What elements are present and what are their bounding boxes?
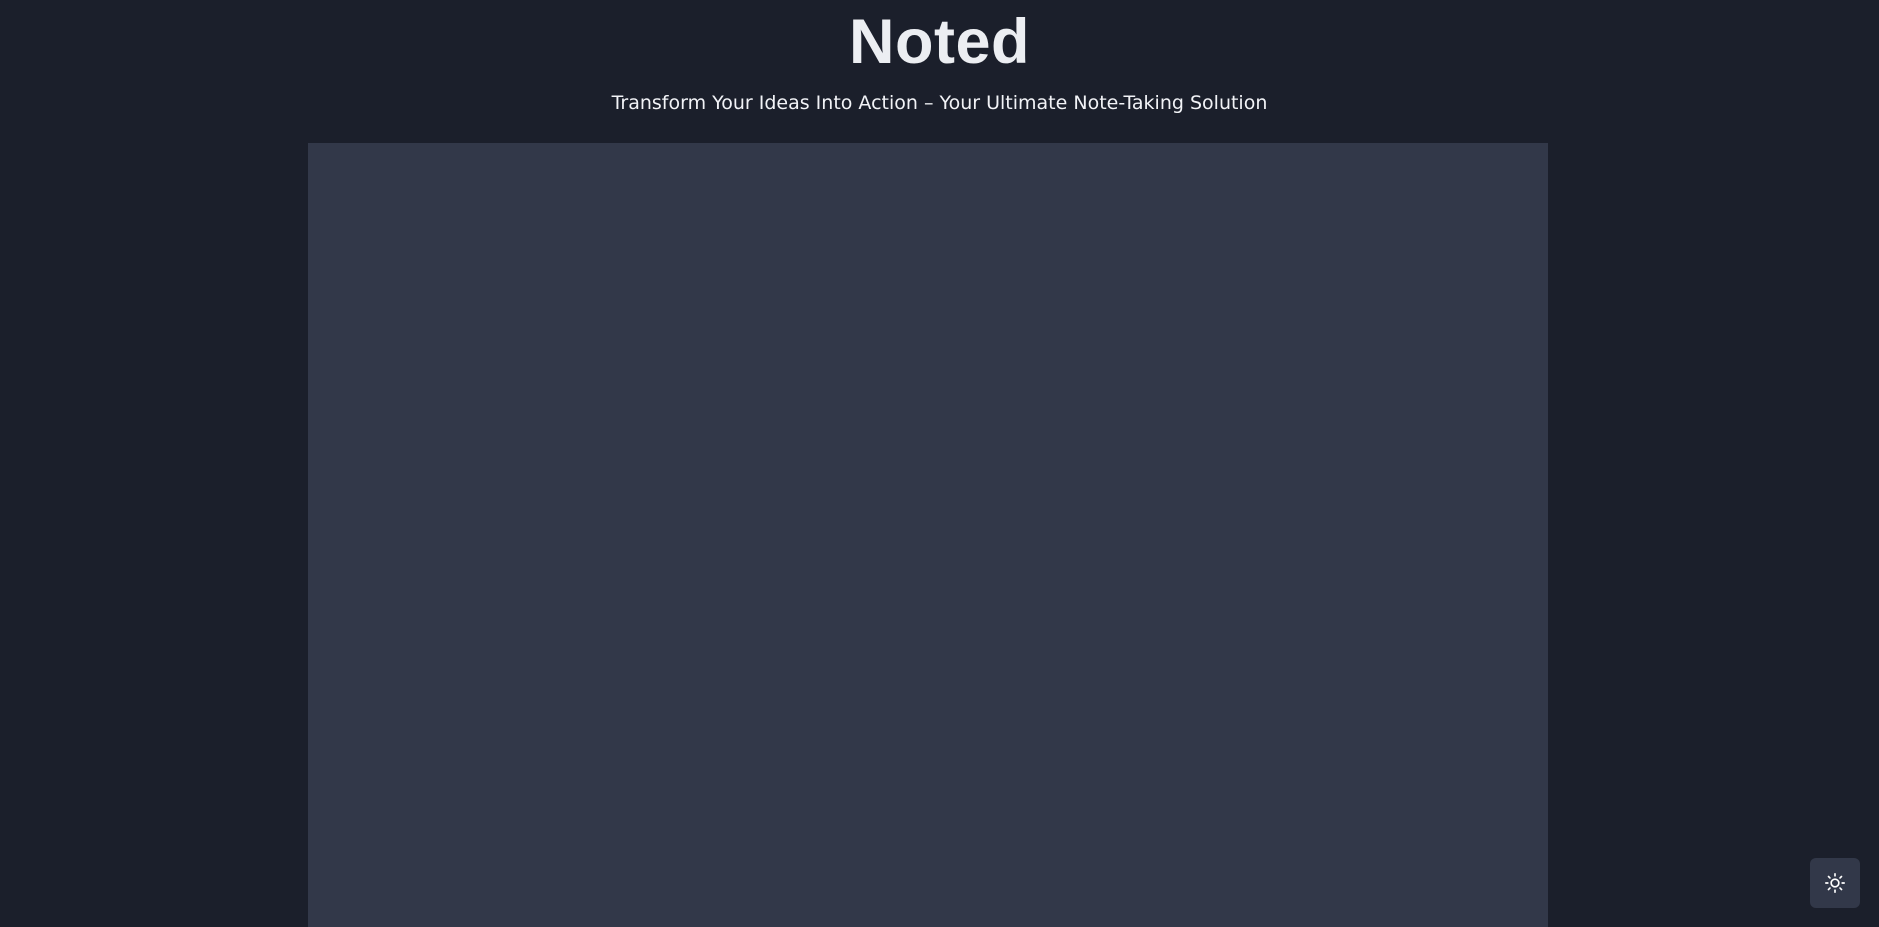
page-header: Noted Transform Your Ideas Into Action –… [0,0,1879,115]
theme-toggle-button[interactable] [1810,858,1860,908]
notes-panel [308,143,1548,927]
app-tagline: Transform Your Ideas Into Action – Your … [611,92,1268,114]
app-title: Noted [849,7,1030,77]
sun-icon [1824,872,1846,894]
